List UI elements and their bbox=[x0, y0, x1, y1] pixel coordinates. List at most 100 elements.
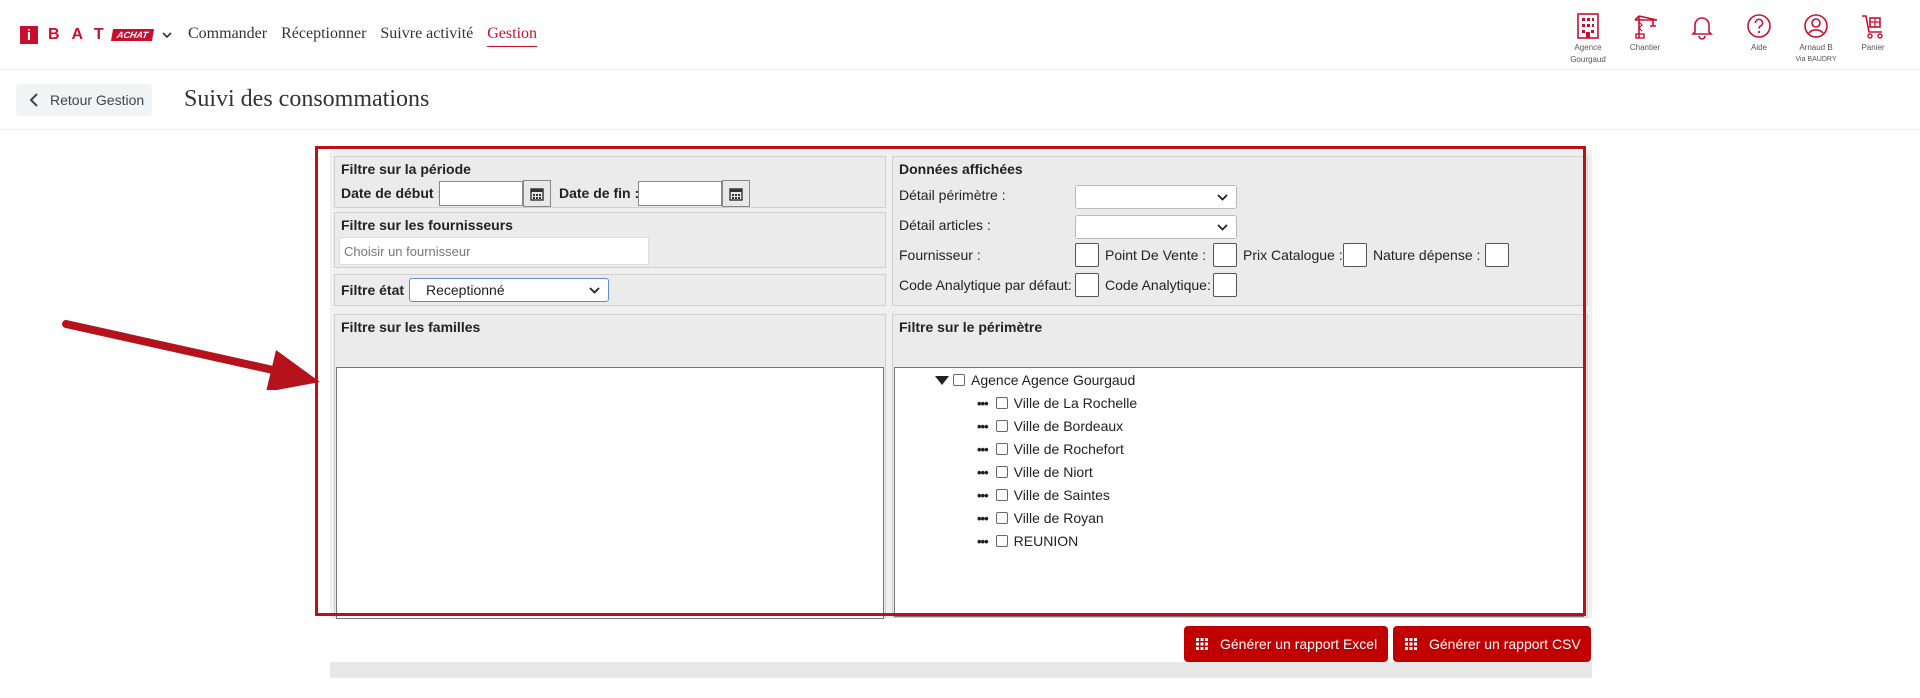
back-button-label: Retour Gestion bbox=[50, 92, 145, 108]
perimeter-tree[interactable]: Agence Agence Gourgaud ••• Ville de La R… bbox=[894, 367, 1584, 617]
start-date-calendar-button[interactable] bbox=[523, 180, 551, 207]
top-navigation-bar: i BAT ACHAT Commander Réceptionner Suivr… bbox=[0, 0, 1920, 70]
state-filter-select[interactable]: Receptionné bbox=[409, 278, 609, 302]
tree-root-checkbox[interactable] bbox=[953, 374, 965, 386]
nav-suivre-activite[interactable]: Suivre activité bbox=[380, 25, 473, 47]
tree-item-label: Ville de Bordeaux bbox=[1013, 418, 1124, 434]
tree-item[interactable]: ••• Ville de Bordeaux bbox=[977, 418, 1123, 434]
nav-receptionner[interactable]: Réceptionner bbox=[281, 25, 366, 47]
end-date-input[interactable] bbox=[638, 181, 722, 206]
tree-connector-icon: ••• bbox=[977, 464, 989, 480]
articles-detail-select[interactable] bbox=[1075, 215, 1237, 239]
tree-connector-icon: ••• bbox=[977, 441, 989, 457]
tree-root-item[interactable]: Agence Agence Gourgaud bbox=[935, 372, 1135, 388]
tree-item-checkbox[interactable] bbox=[995, 512, 1008, 524]
nature-depense-label: Nature dépense : bbox=[1373, 247, 1481, 263]
page-title: Suivi des consommations bbox=[184, 86, 430, 112]
tree-root-label: Agence Agence Gourgaud bbox=[971, 372, 1136, 388]
state-filter-panel: Filtre état : Receptionné bbox=[334, 274, 886, 306]
agence-button[interactable]: Agence Gourgaud bbox=[1560, 12, 1616, 64]
help-icon bbox=[1747, 14, 1771, 38]
calendar-icon bbox=[530, 187, 544, 201]
end-date-calendar-button[interactable] bbox=[722, 180, 750, 207]
back-to-gestion-button[interactable]: Retour Gestion bbox=[16, 84, 152, 116]
tree-item-label: Ville de Rochefort bbox=[1013, 441, 1124, 457]
tree-item[interactable]: ••• Ville de Rochefort bbox=[977, 441, 1124, 457]
code-analytique-defaut-checkbox[interactable] bbox=[1075, 273, 1099, 297]
tree-item-label: Ville de La Rochelle bbox=[1013, 395, 1138, 411]
families-filter-panel: Filtre sur les familles bbox=[334, 314, 886, 619]
tree-item-checkbox[interactable] bbox=[995, 535, 1008, 547]
agence-label-1: Agence bbox=[1574, 43, 1602, 52]
end-date-label: Date de fin : bbox=[559, 185, 640, 201]
families-list[interactable] bbox=[336, 367, 884, 619]
chevron-down-icon[interactable] bbox=[161, 29, 173, 41]
prix-catalogue-checkbox[interactable] bbox=[1343, 243, 1367, 267]
tree-item[interactable]: ••• Ville de La Rochelle bbox=[977, 395, 1137, 411]
period-filter-panel: Filtre sur la période Date de début : Da… bbox=[334, 156, 886, 208]
perimeter-detail-select[interactable] bbox=[1075, 185, 1237, 209]
supplier-filter-title: Filtre sur les fournisseurs bbox=[341, 217, 513, 233]
user-icon bbox=[1804, 14, 1828, 38]
fournisseur-checkbox[interactable] bbox=[1075, 243, 1099, 267]
tree-item[interactable]: ••• REUNION bbox=[977, 533, 1078, 549]
prix-catalogue-label: Prix Catalogue : bbox=[1243, 247, 1343, 263]
tree-item-label: Ville de Saintes bbox=[1013, 487, 1110, 503]
tree-connector-icon: ••• bbox=[977, 510, 989, 526]
tree-item-checkbox[interactable] bbox=[995, 489, 1008, 501]
generate-excel-report-button[interactable]: Générer un rapport Excel bbox=[1184, 626, 1388, 662]
nav-gestion[interactable]: Gestion bbox=[487, 25, 538, 47]
chevron-down-icon bbox=[1217, 224, 1228, 231]
cart-label: Panier bbox=[1861, 43, 1885, 52]
tree-item-label: REUNION bbox=[1013, 533, 1079, 549]
point-de-vente-label: Point De Vente : bbox=[1105, 247, 1207, 263]
tree-item-checkbox[interactable] bbox=[995, 420, 1008, 432]
tree-item[interactable]: ••• Ville de Royan bbox=[977, 510, 1104, 526]
building-icon bbox=[1577, 13, 1599, 39]
tree-item[interactable]: ••• Ville de Niort bbox=[977, 464, 1093, 480]
help-label: Aide bbox=[1750, 43, 1767, 52]
notifications-button[interactable] bbox=[1674, 12, 1730, 40]
code-analytique-defaut-label: Code Analytique par défaut: bbox=[899, 277, 1072, 293]
divider bbox=[0, 129, 1920, 130]
generate-csv-label: Générer un rapport CSV bbox=[1429, 636, 1581, 652]
chevron-down-icon bbox=[589, 287, 600, 294]
point-de-vente-checkbox[interactable] bbox=[1213, 243, 1237, 267]
user-account-button[interactable]: Arnaud B Via BAUDRY bbox=[1788, 12, 1844, 64]
cart-icon bbox=[1862, 15, 1883, 39]
perimeter-filter-title: Filtre sur le périmètre bbox=[899, 319, 1043, 335]
grid-icon bbox=[1196, 638, 1208, 650]
logo-i-mark: i bbox=[20, 26, 38, 44]
displayed-data-title: Données affichées bbox=[899, 161, 1023, 177]
tree-item-checkbox[interactable] bbox=[995, 466, 1008, 478]
logo-letters: BAT bbox=[48, 26, 116, 43]
period-filter-title: Filtre sur la période bbox=[341, 161, 471, 177]
perimeter-detail-label: Détail périmètre : bbox=[899, 187, 1006, 203]
header-icons: Agence Gourgaud Chantier Aide Arnaud B V… bbox=[1560, 12, 1920, 68]
supplier-search-input[interactable]: Choisir un fournisseur bbox=[339, 237, 649, 265]
nav-commander[interactable]: Commander bbox=[188, 25, 267, 47]
chantier-button[interactable]: Chantier bbox=[1617, 12, 1673, 52]
tree-item[interactable]: ••• Ville de Saintes bbox=[977, 487, 1110, 503]
nature-depense-checkbox[interactable] bbox=[1485, 243, 1509, 267]
filter-area: Filtre sur la période Date de début : Da… bbox=[330, 150, 1592, 619]
ibat-logo[interactable]: i BAT ACHAT bbox=[20, 26, 173, 44]
tree-item-label: Ville de Niort bbox=[1013, 464, 1093, 480]
grid-icon bbox=[1405, 638, 1417, 650]
tree-item-checkbox[interactable] bbox=[995, 397, 1008, 409]
user-company-label: Via BAUDRY bbox=[1795, 56, 1837, 63]
caret-down-icon[interactable] bbox=[935, 375, 949, 385]
crane-icon bbox=[1634, 15, 1658, 39]
displayed-data-panel: Données affichées Détail périmètre : Dét… bbox=[892, 156, 1588, 306]
code-analytique-checkbox[interactable] bbox=[1213, 273, 1237, 297]
chevron-left-icon bbox=[29, 93, 38, 107]
tree-connector-icon: ••• bbox=[977, 533, 989, 549]
supplier-filter-panel: Filtre sur les fournisseurs Choisir un f… bbox=[334, 212, 886, 268]
generate-csv-report-button[interactable]: Générer un rapport CSV bbox=[1393, 626, 1591, 662]
chevron-down-icon bbox=[1217, 194, 1228, 201]
start-date-input[interactable] bbox=[439, 181, 523, 206]
help-button[interactable]: Aide bbox=[1731, 12, 1787, 52]
state-filter-label: Filtre état : bbox=[341, 282, 413, 298]
tree-item-checkbox[interactable] bbox=[995, 443, 1008, 455]
cart-button[interactable]: Panier bbox=[1845, 12, 1901, 52]
